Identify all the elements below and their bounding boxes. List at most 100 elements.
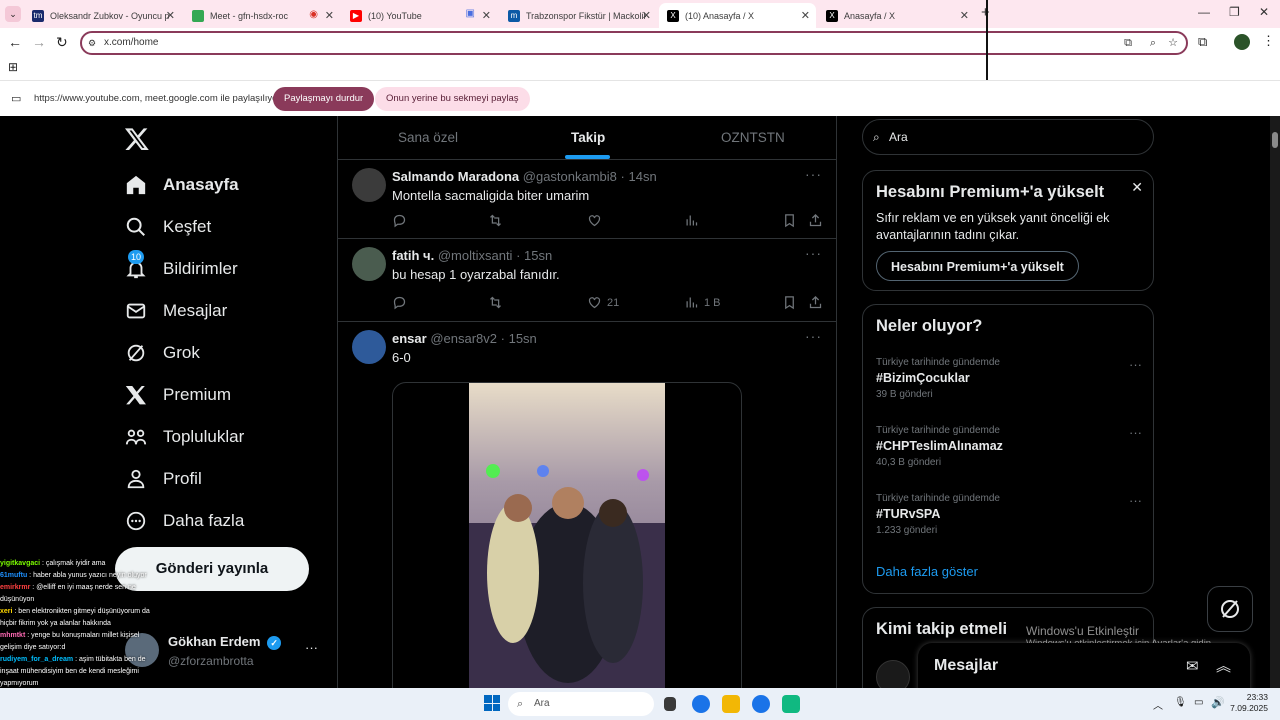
minimize-button[interactable]: — (1198, 5, 1210, 19)
repost-button[interactable] (488, 295, 508, 310)
bookmark-button[interactable] (782, 295, 802, 310)
author-name[interactable]: fatih ч. (392, 248, 434, 263)
trend-item[interactable]: Türkiye tarihinde gündemde #BizimÇocukla… (876, 357, 1142, 400)
tweet[interactable]: ensar @ensar8v2 · 15sn ··· 6-0 (338, 322, 836, 688)
tweet-video[interactable] (392, 382, 742, 688)
tab-list[interactable]: OZNTSTN (721, 130, 785, 145)
trend-item[interactable]: Türkiye tarihinde gündemde #CHPTeslimAlı… (876, 425, 1142, 468)
reply-button[interactable] (392, 213, 412, 228)
more-dots-icon[interactable]: ··· (1129, 493, 1142, 508)
file-explorer-icon[interactable] (722, 695, 740, 713)
tab-following[interactable]: Takip (571, 130, 605, 145)
close-icon[interactable]: ✕ (166, 9, 175, 22)
messages-drawer[interactable]: Mesajlar ✉ ︽ (918, 643, 1250, 688)
sidebar-item-more-circle[interactable]: Daha fazla (124, 503, 244, 539)
microphone-icon[interactable]: 🎙 (1174, 697, 1187, 708)
avatar[interactable] (876, 660, 910, 688)
x-logo[interactable] (124, 126, 150, 152)
sidebar-item-mail[interactable]: Mesajlar (124, 293, 227, 329)
author-handle[interactable]: @moltixsanti (438, 248, 513, 263)
task-view-icon[interactable] (664, 697, 676, 711)
extensions-icon[interactable]: ⧉ (1198, 34, 1207, 50)
zoom-icon[interactable]: ⌕ (1150, 33, 1156, 53)
more-dots-icon[interactable]: ··· (305, 640, 318, 655)
scrollbar-thumb[interactable] (1272, 132, 1278, 148)
trend-item[interactable]: Türkiye tarihinde gündemde #TURvSPA 1.23… (876, 493, 1142, 536)
close-icon[interactable]: ✕ (1131, 179, 1143, 196)
share-button[interactable] (808, 213, 828, 228)
back-icon[interactable]: ← (8, 34, 22, 50)
tab-x[interactable]: X Anasayfa / X ✕ (818, 3, 975, 28)
tab-search-icon[interactable]: ⌄ (5, 6, 21, 22)
tweet[interactable]: fatih ч. @moltixsanti · 15sn ··· bu hesa… (338, 239, 836, 322)
tab-for-you[interactable]: Sana özel (398, 130, 458, 145)
site-info-icon[interactable]: ⚙ (88, 33, 96, 53)
views-button[interactable] (684, 213, 704, 228)
scrollbar[interactable] (1270, 116, 1280, 688)
volume-icon[interactable]: 🔊 (1211, 696, 1225, 709)
sidebar-item-communities[interactable]: Topluluklar (124, 419, 244, 455)
more-dots-icon[interactable]: ··· (805, 328, 822, 344)
grok-button[interactable] (1207, 586, 1253, 632)
bookmark-star-icon[interactable]: ☆ (1168, 33, 1178, 53)
sidebar-item-profile[interactable]: Profil (124, 461, 202, 497)
reload-icon[interactable]: ↻ (56, 34, 68, 51)
avatar[interactable] (352, 247, 386, 281)
stop-sharing-button[interactable]: Paylaşmayı durdur (273, 87, 375, 111)
sidebar-item-bell[interactable]: 10 Bildirimler (124, 250, 238, 287)
author-handle[interactable]: @ensar8v2 (430, 331, 497, 346)
menu-icon[interactable]: ⋮ (1262, 33, 1275, 49)
search-input[interactable]: ⌕ Ara (862, 119, 1154, 155)
share-button[interactable] (808, 295, 828, 310)
expand-icon[interactable]: ︽ (1216, 655, 1231, 676)
author-name[interactable]: Salmando Maradona (392, 169, 519, 184)
like-button[interactable] (587, 213, 607, 228)
close-icon[interactable]: ✕ (325, 9, 334, 22)
forward-icon[interactable]: → (32, 34, 46, 50)
profile-avatar-icon[interactable] (1234, 34, 1250, 50)
tab-meet[interactable]: Meet - gfn-hsdx-roc ◉ ✕ (184, 3, 340, 28)
close-window-button[interactable]: ✕ (1259, 5, 1269, 19)
more-dots-icon[interactable]: ··· (805, 166, 822, 182)
tab-mackolik[interactable]: m Trabzonspor Fikstür | Mackolik ✕ (500, 3, 657, 28)
sidebar-item-grok[interactable]: Grok (124, 335, 200, 371)
tab-zubkov[interactable]: tm Oleksandr Zubkov - Oyuncu pr ✕ (24, 3, 181, 28)
chrome-icon[interactable] (752, 695, 770, 713)
tray-overflow-icon[interactable]: ︿ (1153, 697, 1163, 712)
install-app-icon[interactable]: ⧉ (1124, 33, 1132, 53)
premium-upgrade-button[interactable]: Hesabını Premium+'a yükselt (876, 251, 1079, 281)
clock[interactable]: 23:33 7.09.2025 (1230, 692, 1268, 714)
timestamp[interactable]: 14sn (628, 169, 656, 184)
chrome-icon[interactable] (692, 695, 710, 713)
tweet[interactable]: Salmando Maradona @gastonkambi8 · 14sn ·… (338, 160, 836, 239)
apps-grid-icon[interactable]: ⊞ (8, 60, 18, 74)
close-icon[interactable]: ✕ (960, 9, 969, 22)
network-icon[interactable]: ▭ (1194, 697, 1203, 708)
tab-x-active[interactable]: X (10) Anasayfa / X ✕ (659, 3, 816, 28)
share-this-tab-button[interactable]: Onun yerine bu sekmeyi paylaş (375, 87, 530, 111)
bookmark-button[interactable] (782, 213, 802, 228)
more-dots-icon[interactable]: ··· (1129, 425, 1142, 440)
sidebar-item-home[interactable]: Anasayfa (124, 167, 239, 203)
more-dots-icon[interactable]: ··· (805, 245, 822, 261)
close-icon[interactable]: ✕ (482, 9, 491, 22)
repost-button[interactable] (488, 213, 508, 228)
taskbar-search[interactable]: ⌕ Ara (508, 692, 654, 716)
new-message-icon[interactable]: ✉ (1186, 657, 1199, 675)
sidebar-item-x[interactable]: Premium (124, 377, 231, 413)
close-icon[interactable]: ✕ (642, 9, 651, 22)
views-button[interactable]: 1 B (684, 295, 721, 310)
restore-button[interactable]: ❐ (1229, 5, 1240, 19)
author-name[interactable]: ensar (392, 331, 427, 346)
reply-button[interactable] (392, 295, 412, 310)
timestamp[interactable]: 15sn (509, 331, 537, 346)
close-icon[interactable]: ✕ (801, 9, 810, 22)
avatar[interactable] (352, 168, 386, 202)
show-more-link[interactable]: Daha fazla göster (876, 564, 978, 579)
address-bar[interactable]: ⚙ x.com/home ⧉ ⌕ ☆ (80, 31, 1188, 55)
app-icon[interactable] (782, 695, 800, 713)
like-button[interactable]: 21 (587, 295, 619, 310)
start-button[interactable] (484, 695, 500, 711)
sidebar-item-search[interactable]: Keşfet (124, 209, 211, 245)
more-dots-icon[interactable]: ··· (1129, 357, 1142, 372)
